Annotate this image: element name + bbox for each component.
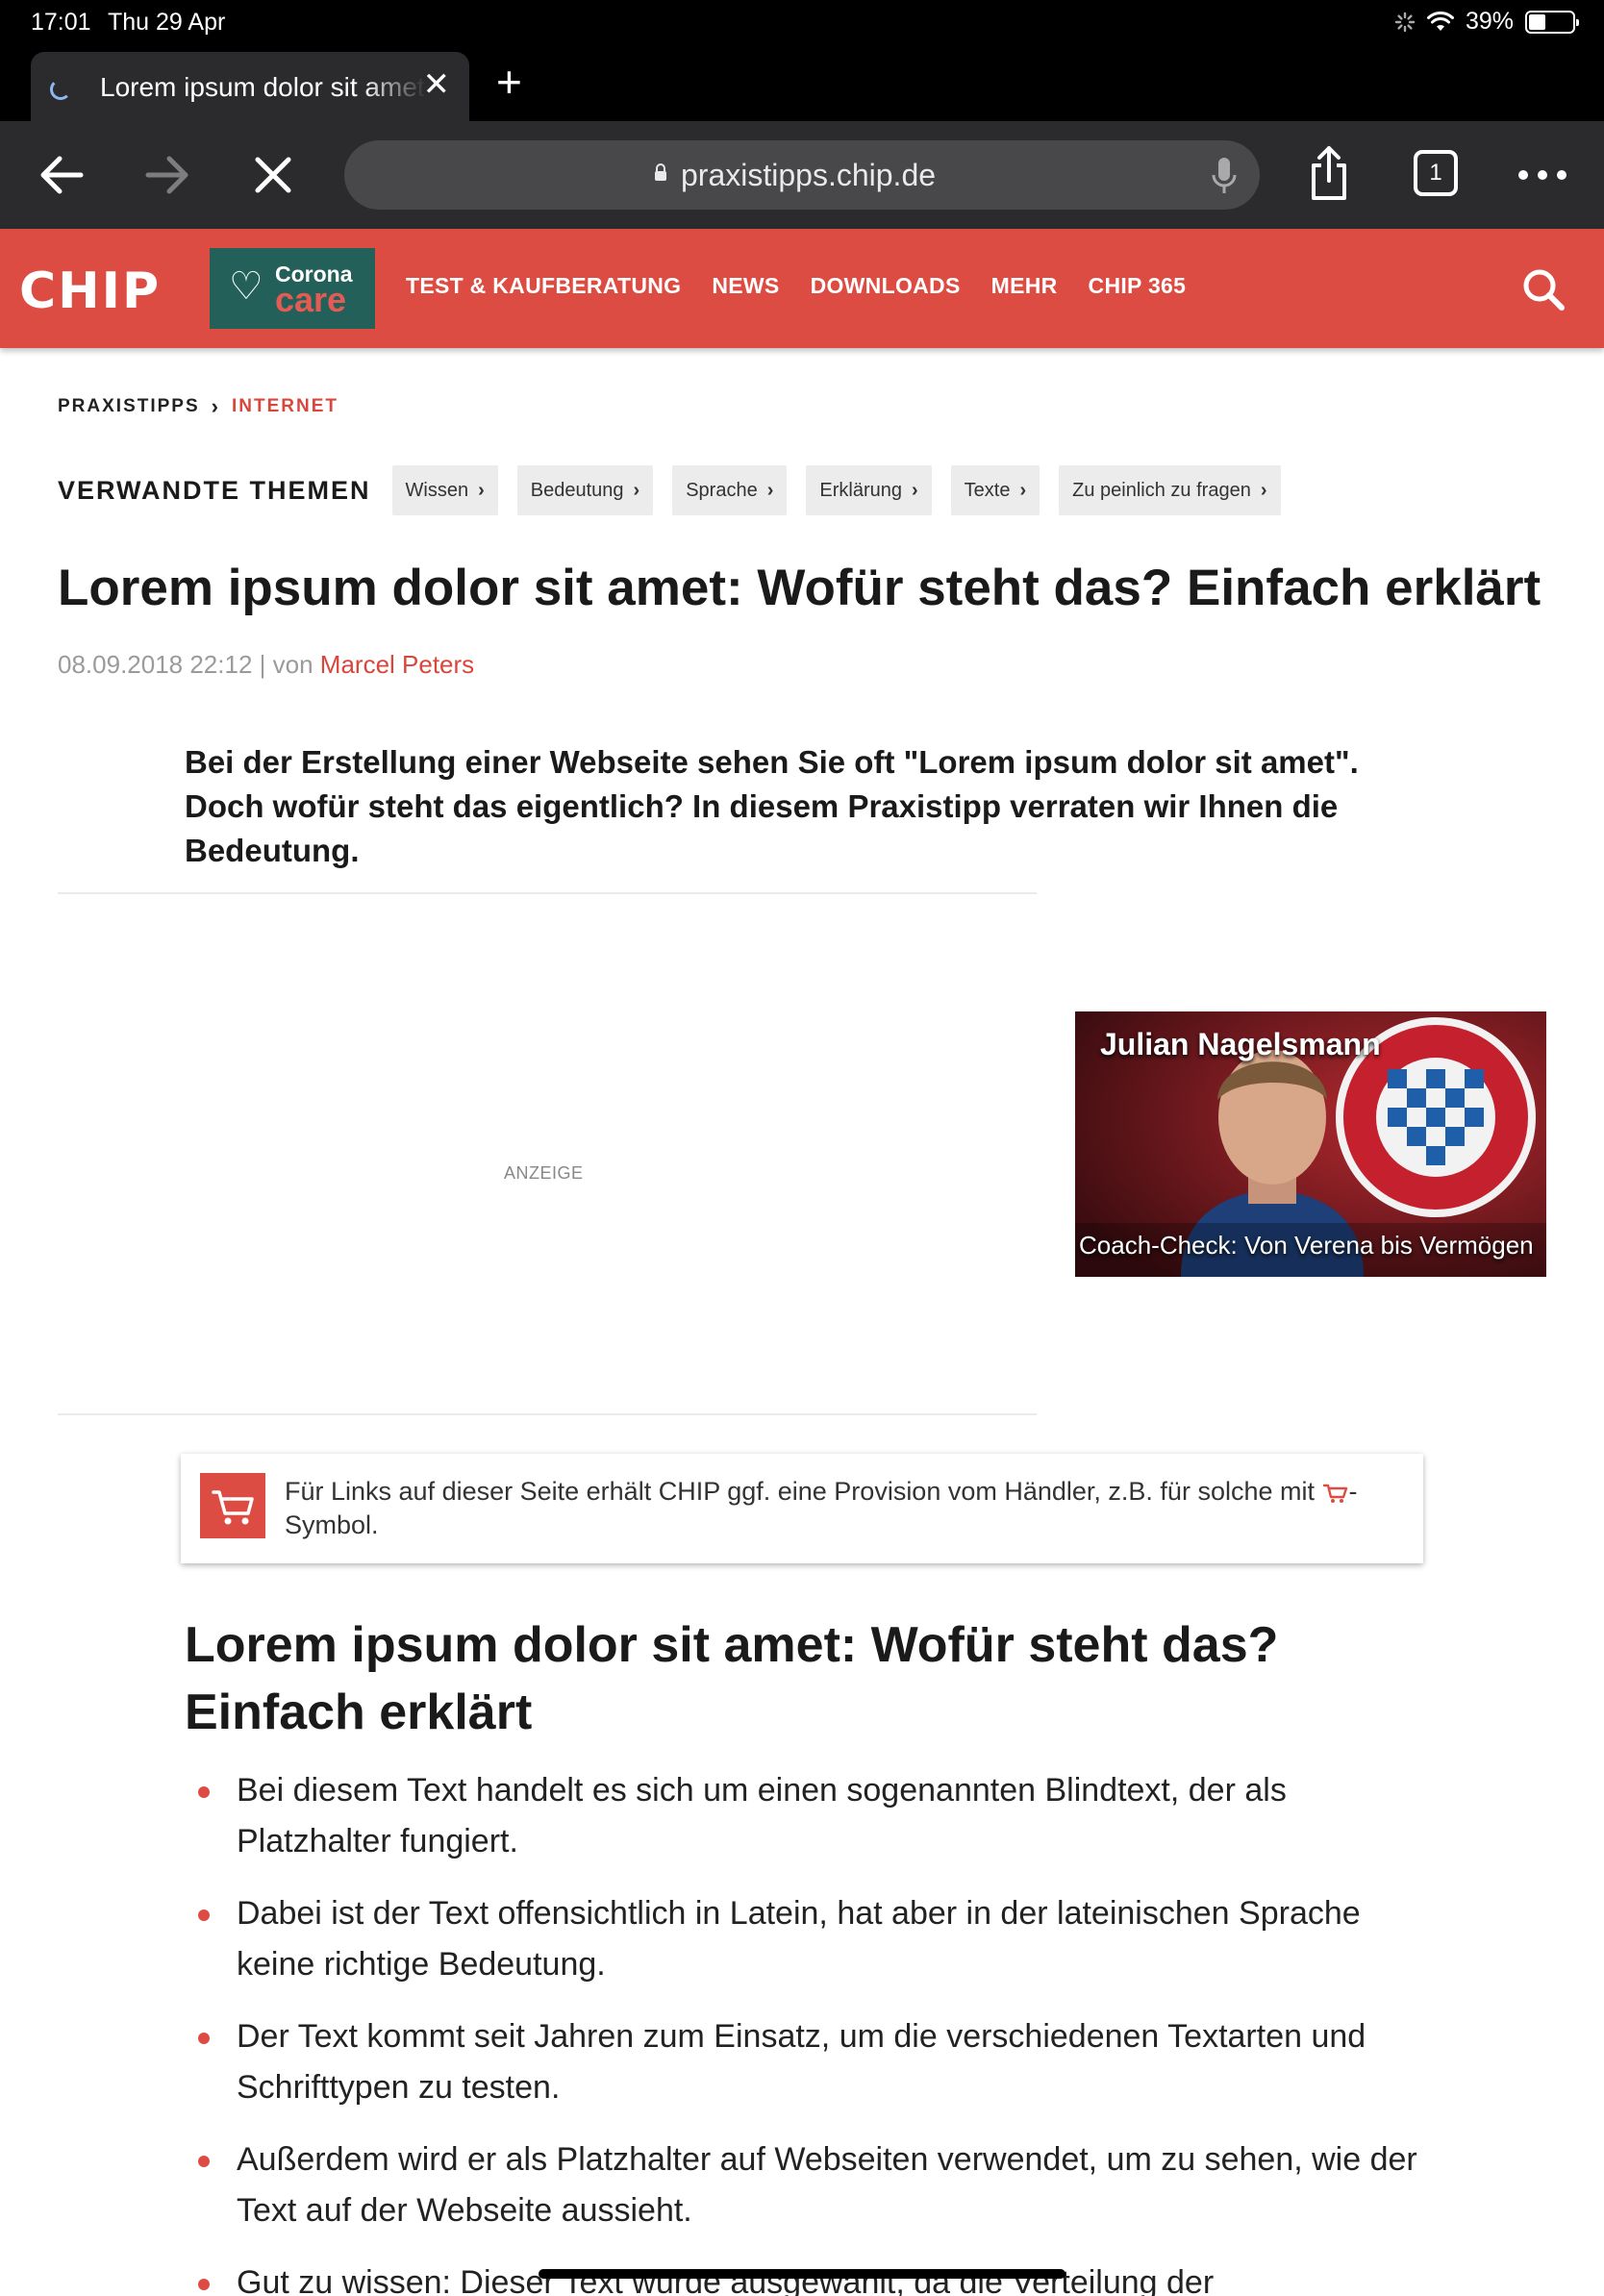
tag-bedeutung[interactable]: Bedeutung › (516, 465, 654, 515)
status-time: 17:01 (31, 9, 91, 36)
list-item-text: Dabei ist der Text offensichtlich in Lat… (237, 1895, 1361, 1983)
article-title: Lorem ipsum dolor sit amet: Wofür steht … (58, 560, 1541, 616)
share-icon[interactable] (1302, 144, 1356, 202)
tag-erklaerung[interactable]: Erklärung › (806, 465, 932, 515)
back-arrow-icon[interactable] (35, 148, 88, 202)
tag-label: Zu peinlich zu fragen (1072, 479, 1251, 501)
tab-switcher-button[interactable]: 1 (1414, 150, 1458, 196)
bullet-list: Bei diesem Text handelt es sich um einen… (196, 1765, 1442, 2296)
author-link[interactable]: Marcel Peters (320, 650, 474, 679)
list-item-text: Der Text kommt seit Jahren zum Einsatz, … (237, 2018, 1366, 2106)
breadcrumb-praxistipps[interactable]: PRAXISTIPPS (58, 396, 200, 417)
article-date: 08.09.2018 22:12 (58, 650, 253, 679)
chevron-right-icon: › (1260, 479, 1267, 501)
main-nav: TEST & KAUFBERATUNG NEWS DOWNLOADS MEHR … (406, 273, 1186, 299)
address-bar[interactable]: praxistipps.chip.de (344, 140, 1260, 210)
nav-test-kaufberatung[interactable]: TEST & KAUFBERATUNG (406, 273, 681, 299)
tag-label: Bedeutung (530, 479, 624, 501)
bullet-icon (198, 2279, 210, 2290)
chevron-right-icon: › (633, 479, 640, 501)
breadcrumb-internet[interactable]: INTERNET (232, 396, 338, 417)
divider (58, 892, 1037, 894)
heart-icon: ♡ (229, 265, 263, 308)
related-topics: VERWANDTE THEMEN Wissen › Bedeutung › Spra… (58, 465, 1300, 515)
tab-bar: Lorem ipsum dolor sit amet: Wofür steht … (0, 44, 1604, 121)
article-meta: 08.09.2018 22:12 | von Marcel Peters (58, 650, 474, 680)
list-item: Dabei ist der Text offensichtlich in Lat… (196, 1888, 1442, 1990)
site-header: CHIP ♡ Corona care TEST & KAUFBERATUNG N… (0, 229, 1604, 348)
lock-icon (655, 163, 666, 181)
battery-icon (1525, 10, 1579, 34)
browser-toolbar: praxistipps.chip.de 1 (0, 121, 1604, 229)
chevron-right-icon: › (211, 394, 220, 418)
nav-downloads[interactable]: DOWNLOADS (811, 273, 961, 299)
affiliate-text-main: Für Links auf dieser Seite erhält CHIP g… (285, 1477, 1315, 1506)
video-title: Julian Nagelsmann (1100, 1027, 1381, 1061)
bullet-icon (198, 1786, 210, 1798)
tag-label: Sprache (686, 479, 758, 501)
chevron-right-icon: › (1019, 479, 1027, 501)
url-text: praxistipps.chip.de (681, 158, 937, 192)
list-item-text: Bei diesem Text handelt es sich um einen… (237, 1772, 1287, 1859)
mini-cart-icon (1322, 1484, 1347, 1503)
related-topics-label: VERWANDTE THEMEN (58, 475, 371, 505)
list-item: Bei diesem Text handelt es sich um einen… (196, 1765, 1442, 1867)
chevron-right-icon: › (766, 479, 774, 501)
stop-loading-icon[interactable] (246, 148, 300, 202)
forward-arrow-icon[interactable] (140, 148, 194, 202)
loading-spinner-icon (50, 79, 71, 100)
chip-logo[interactable]: CHIP (19, 265, 161, 317)
tag-sprache[interactable]: Sprache › (672, 465, 788, 515)
tag-zu-peinlich-zu-fragen[interactable]: Zu peinlich zu fragen › (1059, 465, 1281, 515)
home-indicator[interactable] (539, 2269, 1065, 2279)
tag-label: Wissen (405, 479, 469, 501)
affiliate-notice-text: Für Links auf dieser Seite erhält CHIP g… (285, 1475, 1400, 1542)
divider (58, 1413, 1037, 1415)
shopping-cart-icon (200, 1473, 265, 1538)
chevron-right-icon: › (912, 479, 918, 501)
battery-percent: 39% (1465, 8, 1514, 35)
chevron-right-icon: › (478, 479, 485, 501)
battery-level (1529, 13, 1545, 30)
tab-title: Lorem ipsum dolor sit amet: Wofür steht … (100, 72, 427, 102)
list-item: Der Text kommt seit Jahren zum Einsatz, … (196, 2011, 1442, 2113)
video-player[interactable]: Julian Nagelsmann Coach-Check: Von Veren… (1075, 1011, 1546, 1277)
tag-texte[interactable]: Texte › (950, 465, 1040, 515)
tag-label: Texte (964, 479, 1011, 501)
microphone-icon[interactable] (1210, 156, 1239, 196)
care-label: care (275, 280, 347, 319)
bullet-icon (198, 1909, 210, 1921)
wifi-icon (1426, 11, 1454, 31)
bullet-icon (198, 2033, 210, 2044)
list-item-text: Außerdem wird er als Platzhalter auf Web… (237, 2141, 1417, 2229)
author-prefix: | von (259, 650, 313, 679)
video-caption: Coach-Check: Von Verena bis Vermögen (1079, 1231, 1534, 1260)
tag-label: Erklärung (819, 479, 902, 501)
article-lead: Bei der Erstellung einer Webseite sehen … (185, 744, 1359, 868)
loading-activity-icon (1394, 12, 1416, 32)
section-heading: Lorem ipsum dolor sit amet: Wofür steht … (185, 1617, 1279, 1740)
nav-mehr[interactable]: MEHR (991, 273, 1058, 299)
browser-tab[interactable]: Lorem ipsum dolor sit amet: Wofür steht … (31, 52, 469, 121)
breadcrumb: PRAXISTIPPS › INTERNET (58, 394, 338, 419)
affiliate-notice: Für Links auf dieser Seite erhält CHIP g… (181, 1454, 1423, 1563)
status-date: Thu 29 Apr (108, 9, 226, 36)
nav-chip-365[interactable]: CHIP 365 (1089, 273, 1187, 299)
tag-wissen[interactable]: Wissen › (391, 465, 498, 515)
close-tab-icon[interactable]: ✕ (423, 67, 451, 102)
more-options-icon[interactable] (1516, 148, 1569, 202)
nav-news[interactable]: NEWS (712, 273, 779, 299)
status-bar: 17:01 Thu 29 Apr 39% (0, 0, 1604, 44)
list-item: Außerdem wird er als Platzhalter auf Web… (196, 2134, 1442, 2236)
status-indicators: 39% (1394, 8, 1579, 36)
corona-care-badge[interactable]: ♡ Corona care (210, 248, 375, 329)
search-icon[interactable] (1521, 267, 1566, 312)
new-tab-button[interactable]: + (496, 58, 522, 106)
bullet-icon (198, 2156, 210, 2167)
ad-label: ANZEIGE (504, 1163, 584, 1183)
